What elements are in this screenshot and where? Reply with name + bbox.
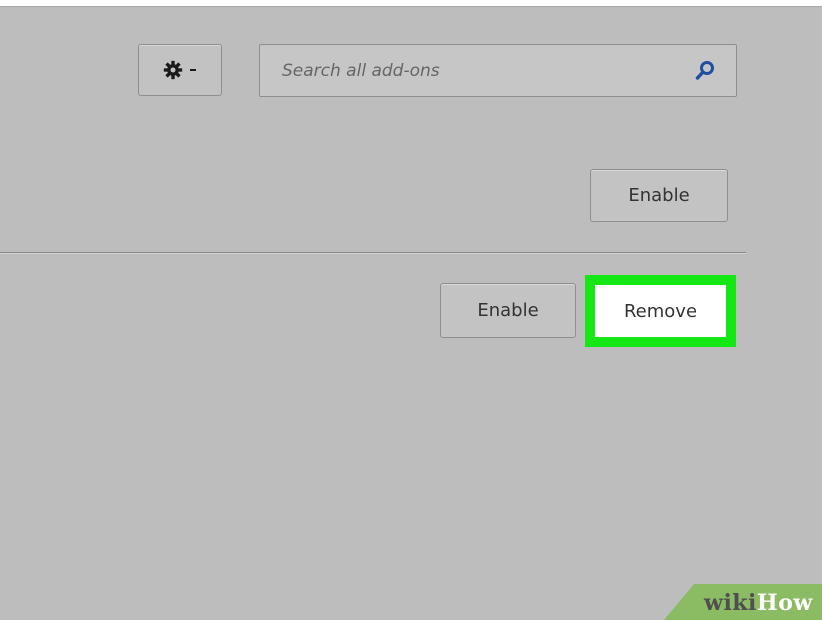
gear-icon <box>163 60 183 80</box>
addon-2-remove-button[interactable]: Remove <box>595 285 726 337</box>
search-box[interactable] <box>259 44 737 97</box>
window-top-border <box>0 6 822 7</box>
watermark-how: How <box>756 590 813 616</box>
search-input[interactable] <box>260 45 680 96</box>
remove-highlight-box: Remove <box>585 275 736 347</box>
watermark-wiki: wiki <box>704 590 757 616</box>
tools-gear-button[interactable] <box>138 44 222 96</box>
search-icon[interactable] <box>694 60 716 82</box>
addon-2-enable-button[interactable]: Enable <box>440 283 576 338</box>
addon-1-enable-button[interactable]: Enable <box>590 169 728 222</box>
wikihow-watermark: wikiHow <box>664 584 822 620</box>
addon-divider <box>0 252 746 254</box>
caret-down-icon <box>190 69 196 71</box>
watermark-text: wikiHow <box>704 590 813 616</box>
